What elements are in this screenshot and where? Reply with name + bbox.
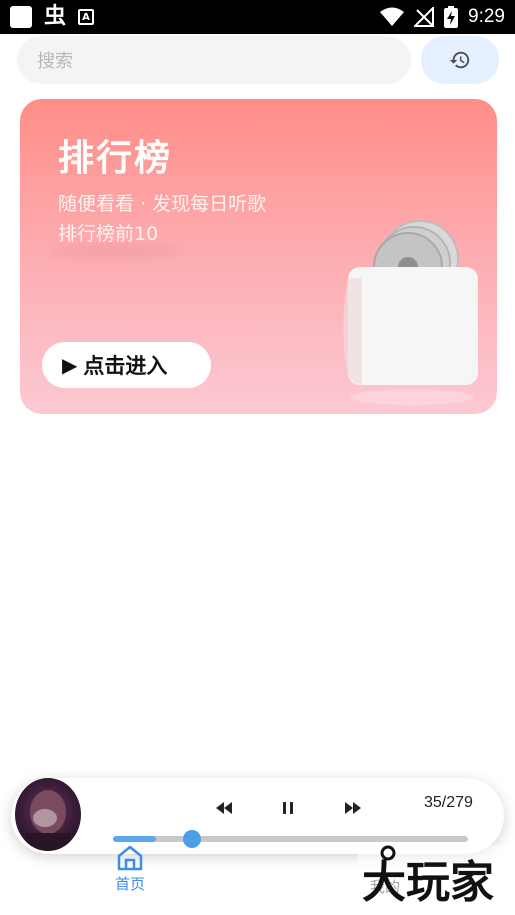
status-left-icons: 虫 A: [10, 4, 95, 29]
app-screen: 虫 A 9:29 搜索 排行榜 随便看看 · 发现每日听歌 排行榜前10 ▶ 点…: [0, 0, 515, 915]
pause-button[interactable]: [274, 796, 302, 820]
battery-charging-icon: [444, 6, 459, 28]
album-art-image: [25, 790, 71, 851]
banner-subtitle: 随便看看 · 发现每日听歌: [58, 193, 267, 215]
notification-square-icon: [10, 6, 32, 28]
next-icon: [345, 802, 361, 814]
track-counter: 35/279: [424, 794, 473, 811]
previous-icon: [216, 802, 232, 814]
bug-app-icon: 虫: [44, 4, 67, 29]
status-time: 9:29: [468, 6, 505, 27]
ranking-banner[interactable]: 排行榜 随便看看 · 发现每日听歌 排行榜前10 ▶ 点击进入: [20, 99, 497, 414]
status-bar: 虫 A 9:29: [0, 0, 515, 34]
search-placeholder: 搜索: [37, 51, 73, 72]
mini-player[interactable]: 35/279: [11, 778, 504, 854]
banner-subtitle-top10: 排行榜前10: [58, 223, 159, 245]
status-right-icons: 9:29: [380, 6, 505, 28]
nav-home[interactable]: 首页: [110, 845, 150, 894]
progress-thumb[interactable]: [183, 830, 201, 848]
no-signal-icon: [414, 7, 435, 27]
text-shadow-decoration: [50, 244, 180, 258]
next-button[interactable]: [339, 796, 367, 820]
nav-home-label: 首页: [114, 875, 145, 893]
wifi-icon: [380, 7, 405, 26]
previous-button[interactable]: [210, 796, 238, 820]
home-icon: [117, 845, 143, 871]
font-badge-icon: A: [78, 9, 95, 25]
history-icon: [449, 51, 470, 69]
enter-button-label: 点击进入: [83, 354, 168, 378]
pause-icon: [283, 802, 293, 814]
search-input[interactable]: 搜索: [17, 36, 411, 84]
progress-fill: [113, 836, 156, 842]
enter-button[interactable]: ▶ 点击进入: [42, 342, 211, 388]
album-cover[interactable]: [15, 778, 81, 851]
watermark-logo: 大玩家: [358, 845, 515, 915]
svg-text:大玩家: 大玩家: [362, 857, 494, 908]
history-button[interactable]: [421, 36, 499, 84]
play-icon: ▶: [62, 353, 78, 377]
record-bag-illustration: [343, 220, 478, 405]
progress-bar[interactable]: [113, 830, 468, 848]
banner-title: 排行榜: [58, 138, 173, 179]
